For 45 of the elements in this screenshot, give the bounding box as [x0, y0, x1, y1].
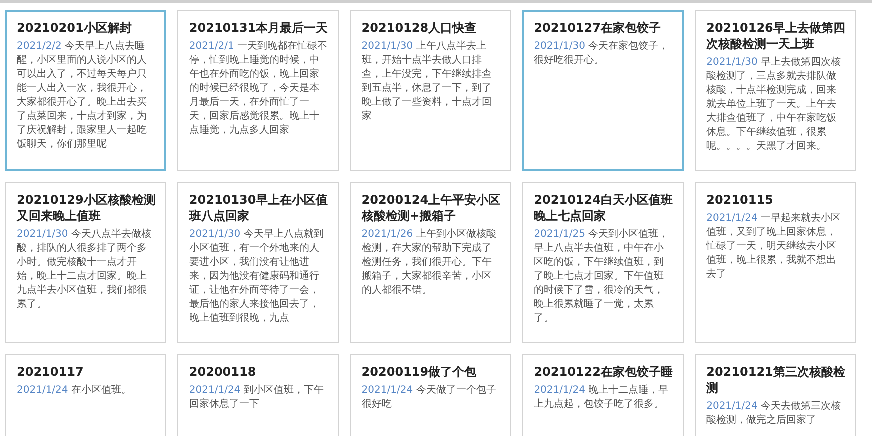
diary-card[interactable]: 20210201小区解封 2021/2/2 今天早上八点去睡醒，小区里面的人说小区的人可以出入了，不过每天每户只能一人出入一次，我很开心，大家都很开心了。晚上出去买了点菜回来，十点才到家，为了庆祝解封，跟家里人一起吃饭聊天，你们那里呢 — [5, 10, 166, 171]
diary-card[interactable]: 20210129小区核酸检测又回来晚上值班 2021/1/30 今天八点半去做核酸，排队的人很多排了两个多小时。做完核酸十一点才开始，晚上十二点才回家。晚上九点半去小区值班，我们都很累了。 — [5, 182, 166, 343]
entry-title: 20210128人口快查 — [362, 20, 478, 36]
diary-card[interactable]: 20210122在家包饺子睡 2021/1/24 晚上十二点睡，早上九点起，包饺子吃了很多。 — [522, 354, 684, 436]
entry-title: 20210126早上去做第四次核酸检测一天上班 — [706, 20, 846, 52]
entry-text: 2021/2/2 今天早上八点去睡醒，小区里面的人说小区的人可以出入了，不过每天每户只能一人出入一次，我很开心，大家都很开心了。晚上出去买了点菜回来，十点才到家，为了庆祝解封，跟家里人一起吃饭聊天，你们那里呢 — [17, 40, 148, 152]
entry-text: 2021/1/24 今天去做第三次核酸检测，做完之后回家了 — [706, 400, 842, 428]
entry-title: 20200124上午平安小区核酸检测+搬箱子 — [362, 192, 502, 224]
entry-text: 2021/1/26 上午到小区做核酸检测，在大家的帮助下完成了检测任务，我们很开心。下午搬箱子，大家都很辛苦，小区的人都很不错。 — [362, 228, 498, 298]
diary-card[interactable]: 20210117 2021/1/24 在小区值班。 — [5, 354, 166, 436]
entry-title: 20200118 — [189, 364, 258, 380]
entry-title: 20210201小区解封 — [17, 20, 133, 36]
entry-text: 2021/1/24 晚上十二点睡，早上九点起，包饺子吃了很多。 — [534, 384, 670, 412]
entry-text: 2021/1/24 在小区值班。 — [17, 384, 132, 398]
entry-text: 2021/1/24 今天做了一个包子很好吃 — [362, 384, 498, 412]
entry-title: 20200119做了个包 — [362, 364, 478, 380]
entry-text: 2021/2/1 一天到晚都在忙碌不停，忙到晚上睡觉的时候，中午也在外面吃的饭，晚上回家的时候已经很晚了，今天是本月最后一天，在外面忙了一天，回家后感觉很累。晚上十点睡觉，九点多人回家 — [189, 40, 328, 138]
entry-title: 20210129小区核酸检测又回来晚上值班 — [17, 192, 156, 224]
diary-card[interactable]: 20200119做了个包 2021/1/24 今天做了一个包子很好吃 — [350, 354, 512, 436]
entry-text: 2021/1/30 今天在家包饺子，很好吃很开心。 — [534, 40, 670, 68]
entry-title: 20210131本月最后一天 — [189, 20, 329, 36]
entry-title: 20210115 — [706, 192, 774, 208]
entry-text: 2021/1/30 上午八点半去上班，开始十点半去做人口排查，上午没完，下午继续排查到五点半，休息了一下，到了晚上做了一些资料，十点才回家 — [362, 40, 493, 124]
diary-card[interactable]: 20210121第三次核酸检测 2021/1/24 今天去做第三次核酸检测，做完之后回家了 — [694, 354, 856, 436]
entry-title: 20210117 — [17, 364, 85, 380]
entry-text: 2021/1/24 一早起来就去小区值班，又到了晚上回家休息，忙碌了一天，明天继续去小区值班，晚上很累，我就不想出去了 — [706, 212, 842, 282]
diary-card[interactable]: 20210128人口快查 2021/1/30 上午八点半去上班，开始十点半去做人口排查，上午没完，下午继续排查到五点半，休息了一下，到了晚上做了一些资料，十点才回家 — [350, 10, 512, 171]
diary-card[interactable]: 20210124白天小区值班晚上七点回家 2021/1/25 今天到小区值班，早上八点半去值班，中午在小区吃的饭，下午继续值班，到了晚上七点才回家。下午值班的时候下了雪，很冷的天气，晚上很累就睡了一觉，太累了。 — [522, 182, 684, 343]
diary-card[interactable]: 20210127在家包饺子 2021/1/30 今天在家包饺子，很好吃很开心。 — [522, 10, 684, 171]
diary-card[interactable]: 20210115 2021/1/24 一早起来就去小区值班，又到了晚上回家休息，忙碌了一天，明天继续去小区值班，晚上很累，我就不想出去了 — [694, 182, 856, 343]
diary-card[interactable]: 20210131本月最后一天 2021/2/1 一天到晚都在忙碌不停，忙到晚上睡觉的时候，中午也在外面吃的饭，晚上回家的时候已经很晚了，今天是本月最后一天，在外面忙了一天，回家后感觉很累。晚上十点睡觉，九点多人回家 — [177, 10, 339, 171]
entry-title: 20210127在家包饺子 — [534, 20, 662, 36]
entry-text: 2021/1/30 今天八点半去做核酸，排队的人很多排了两个多小时。做完核酸十一点才开始，晚上十二点才回家。晚上九点半去小区值班，我们都很累了。 — [17, 228, 152, 312]
diary-card[interactable]: 20210130早上在小区值班八点回家 2021/1/30 今天早上八点就到小区值班，有一个外地来的人要进小区，我们没有让他进来，因为他没有健康码和通行证，让他在外面等待了一会，最后他的家人来接他回去了，晚上值班到很晚，九点 — [177, 182, 339, 343]
entry-text: 2021/1/30 早上去做第四次核酸检测了，三点多就去排队做核酸，十点半检测完成，回来就去单位上班了一天。上午去大排查值班了，中午在家吃饭休息。下午继续值班，很累呢。。。。天黑了才回来。 — [706, 56, 842, 154]
entry-title: 20210130早上在小区值班八点回家 — [189, 192, 329, 224]
entry-title: 20210122在家包饺子睡 — [534, 364, 674, 380]
entry-title: 20210124白天小区值班晚上七点回家 — [534, 192, 674, 224]
diary-card[interactable]: 20210126早上去做第四次核酸检测一天上班 2021/1/30 早上去做第四次核酸检测了，三点多就去排队做核酸，十点半检测完成，回来就去单位上班了一天。上午去大排查值班了，中午在家吃饭休息。下午继续值班，很累呢。。。。天黑了才回来。 — [694, 10, 856, 171]
entry-title: 20210121第三次核酸检测 — [706, 364, 846, 396]
entry-text: 2021/1/24 到小区值班，下午回家休息了一下 — [189, 384, 325, 412]
entry-text: 2021/1/30 今天早上八点就到小区值班，有一个外地来的人要进小区，我们没有让他进来，因为他没有健康码和通行证，让他在外面等待了一会，最后他的家人来接他回去了，晚上值班到很晚，九点 — [189, 228, 325, 326]
entry-text: 2021/1/25 今天到小区值班，早上八点半去值班，中午在小区吃的饭，下午继续值班，到了晚上七点才回家。下午值班的时候下了雪，很冷的天气，晚上很累就睡了一觉，太累了。 — [534, 228, 670, 326]
diary-card[interactable]: 20200118 2021/1/24 到小区值班，下午回家休息了一下 — [177, 354, 339, 436]
diary-card[interactable]: 20200124上午平安小区核酸检测+搬箱子 2021/1/26 上午到小区做核酸检测，在大家的帮助下完成了检测任务，我们很开心。下午搬箱子，大家都很辛苦，小区的人都很不错。 — [350, 182, 512, 343]
